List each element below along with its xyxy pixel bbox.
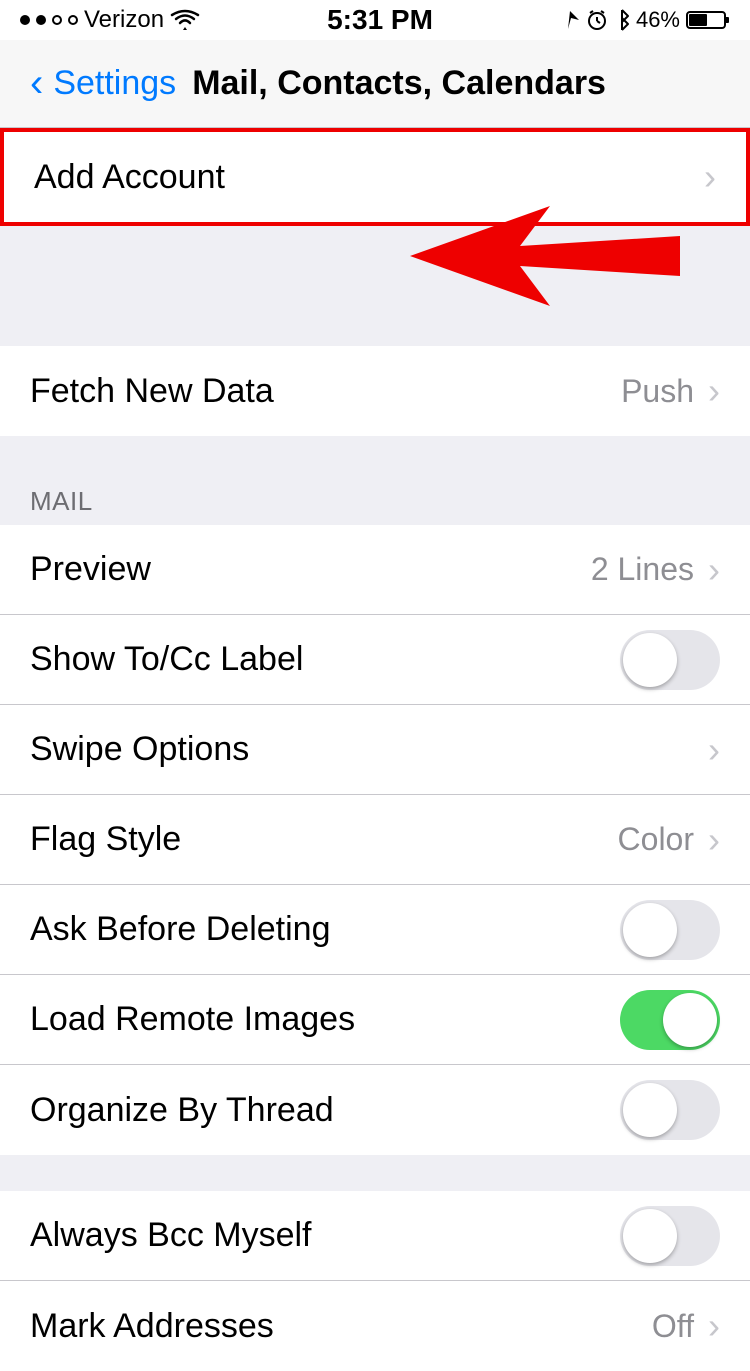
battery-label: 46%	[636, 7, 680, 33]
preview-label: Preview	[30, 550, 151, 589]
mail-section-header: MAIL	[0, 472, 750, 525]
flag-style-right: Color ›	[618, 819, 720, 861]
swipe-options-chevron-icon: ›	[708, 729, 720, 771]
status-time: 5:31 PM	[327, 4, 433, 36]
always-bcc-toggle-thumb	[623, 1209, 677, 1263]
nav-bar: ‹ Settings Mail, Contacts, Calendars	[0, 40, 750, 128]
flag-style-chevron-icon: ›	[708, 819, 720, 861]
show-tocc-toggle-thumb	[623, 633, 677, 687]
organize-by-thread-toggle-thumb	[623, 1083, 677, 1137]
fetch-label: Fetch New Data	[30, 372, 274, 411]
carrier-label: Verizon	[84, 6, 164, 34]
fetch-section: Fetch New Data Push ›	[0, 346, 750, 436]
alarm-icon	[586, 9, 608, 31]
show-tocc-toggle[interactable]	[620, 630, 720, 690]
mark-addresses-value: Off	[652, 1308, 694, 1345]
add-account-chevron-icon: ›	[704, 156, 716, 198]
mark-addresses-chevron-icon: ›	[708, 1305, 720, 1347]
status-bar: Verizon 5:31 PM 46%	[0, 0, 750, 40]
red-arrow-icon	[390, 196, 690, 316]
preview-chevron-icon: ›	[708, 549, 720, 591]
page-title: Mail, Contacts, Calendars	[192, 64, 606, 103]
location-icon	[560, 10, 580, 30]
arrow-wrapper	[0, 226, 750, 346]
gap-2	[0, 1155, 750, 1191]
bluetooth-icon	[614, 9, 630, 31]
back-label: Settings	[53, 64, 176, 103]
preview-right: 2 Lines ›	[591, 549, 720, 591]
signal-dot-2	[36, 15, 46, 25]
preview-value: 2 Lines	[591, 551, 694, 588]
show-tocc-row[interactable]: Show To/Cc Label	[0, 615, 750, 705]
back-chevron-icon: ‹	[30, 61, 43, 106]
always-bcc-toggle[interactable]	[620, 1206, 720, 1266]
ask-before-deleting-toggle[interactable]	[620, 900, 720, 960]
always-bcc-label: Always Bcc Myself	[30, 1216, 312, 1255]
fetch-chevron-icon: ›	[708, 370, 720, 412]
swipe-options-row[interactable]: Swipe Options ›	[0, 705, 750, 795]
fetch-new-data-row[interactable]: Fetch New Data Push ›	[0, 346, 750, 436]
load-remote-images-toggle-thumb	[663, 993, 717, 1047]
mark-addresses-label: Mark Addresses	[30, 1307, 274, 1346]
organize-by-thread-label: Organize By Thread	[30, 1091, 334, 1130]
status-right: 46%	[560, 7, 730, 33]
load-remote-images-label: Load Remote Images	[30, 1000, 355, 1039]
always-bcc-row[interactable]: Always Bcc Myself	[0, 1191, 750, 1281]
battery-icon	[686, 9, 730, 31]
status-left: Verizon	[20, 6, 200, 34]
add-account-label: Add Account	[34, 158, 225, 197]
flag-style-label: Flag Style	[30, 820, 181, 859]
flag-style-row[interactable]: Flag Style Color ›	[0, 795, 750, 885]
fetch-value: Push	[621, 373, 694, 410]
ask-before-deleting-toggle-thumb	[623, 903, 677, 957]
signal-dot-4	[68, 15, 78, 25]
organize-by-thread-row[interactable]: Organize By Thread	[0, 1065, 750, 1155]
preview-row[interactable]: Preview 2 Lines ›	[0, 525, 750, 615]
ask-before-deleting-row[interactable]: Ask Before Deleting	[0, 885, 750, 975]
fetch-right: Push ›	[621, 370, 720, 412]
show-tocc-label: Show To/Cc Label	[30, 640, 303, 679]
gap-1	[0, 436, 750, 472]
mail-list-section: Preview 2 Lines › Show To/Cc Label Swipe…	[0, 525, 750, 1155]
swipe-options-right: ›	[704, 729, 720, 771]
mark-addresses-right: Off ›	[652, 1305, 720, 1347]
flag-style-value: Color	[618, 821, 694, 858]
signal-dot-1	[20, 15, 30, 25]
back-button[interactable]: ‹ Settings	[30, 61, 176, 106]
load-remote-images-row[interactable]: Load Remote Images	[0, 975, 750, 1065]
organize-by-thread-toggle[interactable]	[620, 1080, 720, 1140]
signal-dot-3	[52, 15, 62, 25]
composing-section: Always Bcc Myself Mark Addresses Off ›	[0, 1191, 750, 1371]
load-remote-images-toggle[interactable]	[620, 990, 720, 1050]
wifi-icon	[170, 9, 200, 31]
ask-before-deleting-label: Ask Before Deleting	[30, 910, 331, 949]
swipe-options-label: Swipe Options	[30, 730, 249, 769]
mark-addresses-row[interactable]: Mark Addresses Off ›	[0, 1281, 750, 1371]
